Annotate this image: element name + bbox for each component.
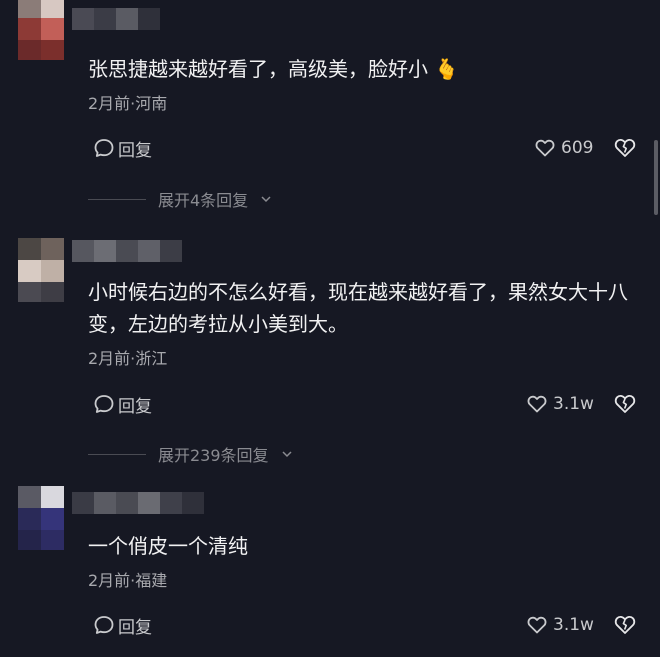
comment-bubble-icon	[94, 139, 114, 157]
reply-button[interactable]: 回复	[93, 610, 152, 640]
avatar[interactable]	[18, 238, 64, 302]
reply-label: 回复	[118, 617, 152, 638]
divider-line	[88, 453, 146, 455]
broken-heart-icon	[614, 139, 636, 157]
comment-text: 张思捷越来越好看了，高级美，脸好小 🫰	[88, 57, 460, 81]
username-blurred[interactable]	[72, 492, 204, 514]
reply-label: 回复	[118, 140, 152, 161]
comment-actions: 回复 3.1w	[0, 389, 660, 419]
divider-line	[88, 198, 146, 200]
heart-outline-icon	[535, 139, 555, 157]
comment-actions: 回复 609	[0, 133, 660, 163]
reply-button[interactable]: 回复	[93, 389, 152, 419]
username-blurred[interactable]	[72, 8, 160, 30]
chevron-down-icon	[282, 451, 292, 458]
comment-text: 小时候右边的不怎么好看，现在越来越好看了，果然女大十八变，左边的考拉从小美到大。	[88, 280, 628, 336]
broken-heart-icon	[614, 616, 636, 634]
broken-heart-icon	[614, 395, 636, 413]
like-count: 3.1w	[553, 394, 594, 414]
dislike-button[interactable]	[613, 392, 637, 416]
username-blurred[interactable]	[72, 240, 182, 262]
comment-meta: 2月前·河南	[88, 94, 168, 113]
comment-bubble-icon	[94, 395, 114, 413]
dislike-button[interactable]	[613, 136, 637, 160]
comment-bubble-icon	[94, 616, 114, 634]
chevron-down-icon	[261, 196, 271, 203]
dislike-button[interactable]	[613, 613, 637, 637]
comment-actions: 回复 3.1w	[0, 610, 660, 640]
comment-meta: 2月前·浙江	[88, 349, 168, 368]
reply-label: 回复	[118, 396, 152, 417]
reply-button[interactable]: 回复	[93, 133, 152, 163]
like-count: 609	[561, 138, 594, 158]
like-button[interactable]: 3.1w	[526, 610, 594, 640]
comment-meta: 2月前·福建	[88, 571, 168, 590]
heart-outline-icon	[527, 395, 547, 413]
expand-label: 展开4条回复	[158, 191, 249, 210]
like-button[interactable]: 3.1w	[526, 389, 594, 419]
like-button[interactable]: 609	[534, 133, 593, 163]
heart-outline-icon	[527, 616, 547, 634]
expand-label: 展开239条回复	[158, 446, 269, 465]
expand-replies[interactable]: 展开4条回复	[88, 187, 272, 211]
like-count: 3.1w	[553, 615, 594, 635]
scrollbar[interactable]	[654, 140, 658, 215]
expand-replies[interactable]: 展开239条回复	[88, 442, 293, 466]
avatar[interactable]	[18, 486, 64, 550]
comment-text: 一个俏皮一个清纯	[88, 534, 248, 558]
avatar[interactable]	[18, 0, 64, 60]
